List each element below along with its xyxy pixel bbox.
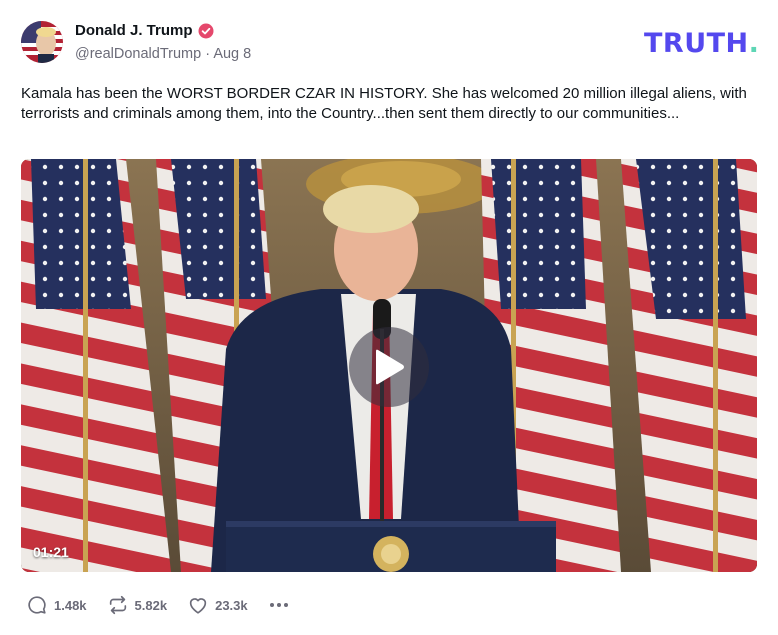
like-button[interactable]: 23.3k (187, 594, 248, 616)
retruth-button[interactable]: 5.82k (107, 594, 168, 616)
play-icon (376, 349, 404, 385)
logo-text: TRUTH (644, 28, 749, 59)
logo-dot: . (748, 28, 760, 59)
verified-badge-icon (198, 23, 214, 38)
post-card: Donald J. Trump @realDonaldTrump · Aug 8… (0, 0, 778, 635)
author-name[interactable]: Donald J. Trump (75, 22, 193, 39)
author-handle[interactable]: @realDonaldTrump (75, 46, 201, 62)
avatar-image (21, 21, 63, 63)
more-horizontal-icon (269, 603, 288, 607)
retruth-count: 5.82k (134, 597, 168, 613)
play-button[interactable] (349, 327, 429, 407)
meta-separator: · (205, 46, 211, 62)
reply-count: 1.48k (54, 597, 87, 613)
heart-icon (189, 598, 207, 614)
author-meta: @realDonaldTrump · Aug 8 (75, 46, 251, 62)
like-count: 23.3k (215, 597, 248, 613)
author-name-row[interactable]: Donald J. Trump (75, 22, 214, 39)
post-text: Kamala has been the WORST BORDER CZAR IN… (21, 85, 747, 122)
avatar[interactable] (21, 21, 63, 63)
reply-icon (28, 596, 46, 614)
truth-logo[interactable]: TRUTH. (644, 28, 759, 59)
more-options-button[interactable] (268, 594, 290, 616)
post-date[interactable]: Aug 8 (213, 46, 251, 62)
video-duration: 01:21 (33, 544, 69, 560)
video-player[interactable]: 01:21 (21, 159, 757, 572)
retruth-icon (109, 595, 126, 615)
reply-button[interactable]: 1.48k (26, 594, 87, 616)
post-actions: 1.48k 5.82k 23.3k (26, 593, 290, 617)
